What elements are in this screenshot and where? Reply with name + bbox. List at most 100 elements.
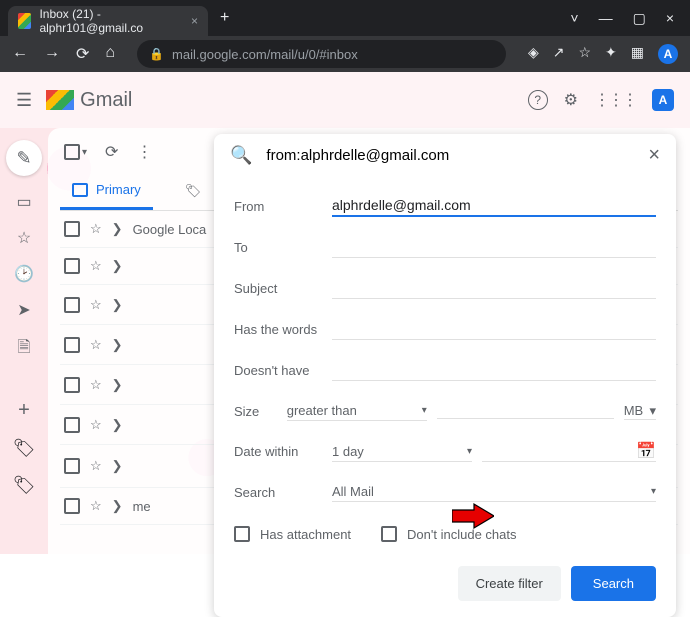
settings-icon[interactable]: ⚙ bbox=[564, 90, 578, 110]
star-icon[interactable]: ☆ bbox=[90, 337, 102, 353]
bookmark-icon[interactable]: ☆ bbox=[578, 44, 591, 64]
important-icon[interactable]: ❯ bbox=[112, 297, 123, 313]
checkbox-icon bbox=[234, 526, 250, 542]
from-input[interactable] bbox=[332, 195, 656, 217]
forward-button[interactable]: → bbox=[44, 44, 60, 64]
to-input[interactable] bbox=[332, 237, 656, 258]
subject-input[interactable] bbox=[332, 278, 656, 299]
date-range-select[interactable]: 1 day ▾ bbox=[332, 442, 472, 462]
star-icon[interactable]: ☆ bbox=[90, 458, 102, 474]
help-icon[interactable]: ? bbox=[528, 90, 548, 110]
size-row: Size greater than ▾ MB ▾ bbox=[234, 391, 656, 431]
dont-include-chats-checkbox[interactable]: Don't include chats bbox=[381, 526, 516, 542]
row-checkbox[interactable] bbox=[64, 297, 80, 313]
refresh-icon[interactable]: ⟳ bbox=[105, 142, 118, 162]
date-range-value: 1 day bbox=[332, 444, 364, 459]
star-icon[interactable]: ☆ bbox=[90, 417, 102, 433]
important-icon[interactable]: ❯ bbox=[112, 498, 123, 514]
maximize-window-icon[interactable]: ▢ bbox=[633, 10, 646, 27]
select-all-checkbox[interactable]: ▾ bbox=[64, 144, 87, 160]
checkbox-row: Has attachment Don't include chats bbox=[234, 512, 656, 556]
row-checkbox[interactable] bbox=[64, 221, 80, 237]
home-button[interactable]: ⌂ bbox=[105, 44, 115, 64]
important-icon[interactable]: ❯ bbox=[112, 221, 123, 237]
star-icon[interactable]: ☆ bbox=[90, 377, 102, 393]
important-icon[interactable]: ❯ bbox=[112, 337, 123, 353]
label-2-icon[interactable]: 🏷 bbox=[13, 475, 36, 496]
drafts-rail-icon[interactable]: 🗎 bbox=[18, 336, 31, 363]
has-attachment-checkbox[interactable]: Has attachment bbox=[234, 526, 351, 542]
row-checkbox[interactable] bbox=[64, 417, 80, 433]
chevron-down-icon: ▾ bbox=[422, 405, 427, 416]
extension-icons: ◈ ↗ ☆ ✦ ▦ A bbox=[528, 44, 678, 64]
more-actions-icon[interactable]: ⋮ bbox=[136, 142, 152, 162]
star-icon[interactable]: ☆ bbox=[90, 221, 102, 237]
chevron-down-icon: ▾ bbox=[467, 446, 472, 457]
reload-button[interactable]: ⟳ bbox=[76, 44, 89, 64]
close-tab-icon[interactable]: × bbox=[191, 14, 198, 28]
inbox-rail-icon[interactable]: ▭ bbox=[16, 192, 31, 212]
size-operator-value: greater than bbox=[287, 403, 357, 418]
alphr-account-icon[interactable]: A bbox=[652, 89, 674, 111]
advanced-search-panel: 🔍 × From To Subject Has the words Doe bbox=[214, 134, 676, 617]
date-picker-field[interactable]: 📅 bbox=[482, 441, 656, 462]
more-rail-icon[interactable]: + bbox=[18, 399, 30, 422]
row-checkbox[interactable] bbox=[64, 458, 80, 474]
compose-button[interactable]: ✎ bbox=[6, 140, 42, 176]
browser-tab[interactable]: Inbox (21) - alphr101@gmail.co × bbox=[8, 6, 208, 36]
snoozed-rail-icon[interactable]: 🕑 bbox=[14, 264, 34, 284]
sent-rail-icon[interactable]: ➤ bbox=[17, 300, 30, 320]
starred-rail-icon[interactable]: ☆ bbox=[17, 228, 31, 248]
alphr-extension-icon[interactable]: A bbox=[658, 44, 678, 64]
browser-addressbar: ← → ⟳ ⌂ 🔒 mail.google.com/mail/u/0/#inbo… bbox=[0, 36, 690, 72]
minimize-window-icon[interactable]: — bbox=[599, 10, 613, 27]
label-1-icon[interactable]: 🏷 bbox=[13, 438, 36, 459]
url-text: mail.google.com/mail/u/0/#inbox bbox=[172, 47, 358, 62]
size-operator-select[interactable]: greater than ▾ bbox=[287, 401, 427, 421]
calendar-icon[interactable]: 📅 bbox=[636, 441, 656, 461]
tab-promotions[interactable]: 🏷 bbox=[173, 172, 214, 210]
row-checkbox[interactable] bbox=[64, 498, 80, 514]
doesnt-have-input[interactable] bbox=[332, 360, 656, 381]
size-unit-select[interactable]: MB ▾ bbox=[624, 403, 656, 420]
close-window-icon[interactable]: × bbox=[666, 10, 674, 27]
important-icon[interactable]: ❯ bbox=[112, 377, 123, 393]
star-icon[interactable]: ☆ bbox=[90, 297, 102, 313]
search-form: From To Subject Has the words Doesn't ha… bbox=[214, 177, 676, 617]
search-button[interactable]: Search bbox=[571, 566, 656, 601]
apps-icon[interactable]: ⋮⋮⋮ bbox=[594, 90, 636, 110]
has-words-input[interactable] bbox=[332, 319, 656, 340]
back-button[interactable]: ← bbox=[12, 44, 28, 64]
chevron-down-icon: ▾ bbox=[651, 486, 656, 497]
row-checkbox[interactable] bbox=[64, 377, 80, 393]
row-checkbox[interactable] bbox=[64, 337, 80, 353]
size-value-input[interactable] bbox=[437, 403, 614, 419]
share-icon[interactable]: ↗ bbox=[553, 44, 565, 64]
search-in-select[interactable]: All Mail ▾ bbox=[332, 482, 656, 502]
main-menu-icon[interactable]: ☰ bbox=[16, 90, 32, 111]
star-icon[interactable]: ☆ bbox=[90, 498, 102, 514]
url-bar[interactable]: 🔒 mail.google.com/mail/u/0/#inbox bbox=[137, 40, 506, 68]
extensions-icon[interactable]: ✦ bbox=[605, 44, 617, 64]
tab-primary[interactable]: Primary bbox=[60, 172, 153, 210]
search-input[interactable] bbox=[266, 147, 634, 164]
annotation-arrow bbox=[452, 502, 494, 535]
search-icon: 🔍 bbox=[230, 145, 252, 166]
has-words-row: Has the words bbox=[234, 309, 656, 350]
row-checkbox[interactable] bbox=[64, 258, 80, 274]
inbox-tab-icon bbox=[72, 183, 88, 197]
create-filter-button[interactable]: Create filter bbox=[458, 566, 561, 601]
minimize-button[interactable]: ˅ bbox=[570, 10, 578, 27]
menu-icon[interactable]: ▦ bbox=[631, 44, 644, 64]
new-tab-button[interactable]: + bbox=[220, 9, 229, 27]
star-icon[interactable]: ☆ bbox=[90, 258, 102, 274]
important-icon[interactable]: ❯ bbox=[112, 258, 123, 274]
tab-title: Inbox (21) - alphr101@gmail.co bbox=[39, 7, 181, 35]
important-icon[interactable]: ❯ bbox=[112, 417, 123, 433]
important-icon[interactable]: ❯ bbox=[112, 458, 123, 474]
gmail-logo[interactable]: Gmail bbox=[46, 89, 132, 112]
eye-icon[interactable]: ◈ bbox=[528, 44, 539, 64]
window-controls: ˅ — ▢ × bbox=[570, 10, 682, 27]
gmail-brand-text: Gmail bbox=[80, 89, 132, 112]
clear-search-icon[interactable]: × bbox=[648, 144, 660, 167]
